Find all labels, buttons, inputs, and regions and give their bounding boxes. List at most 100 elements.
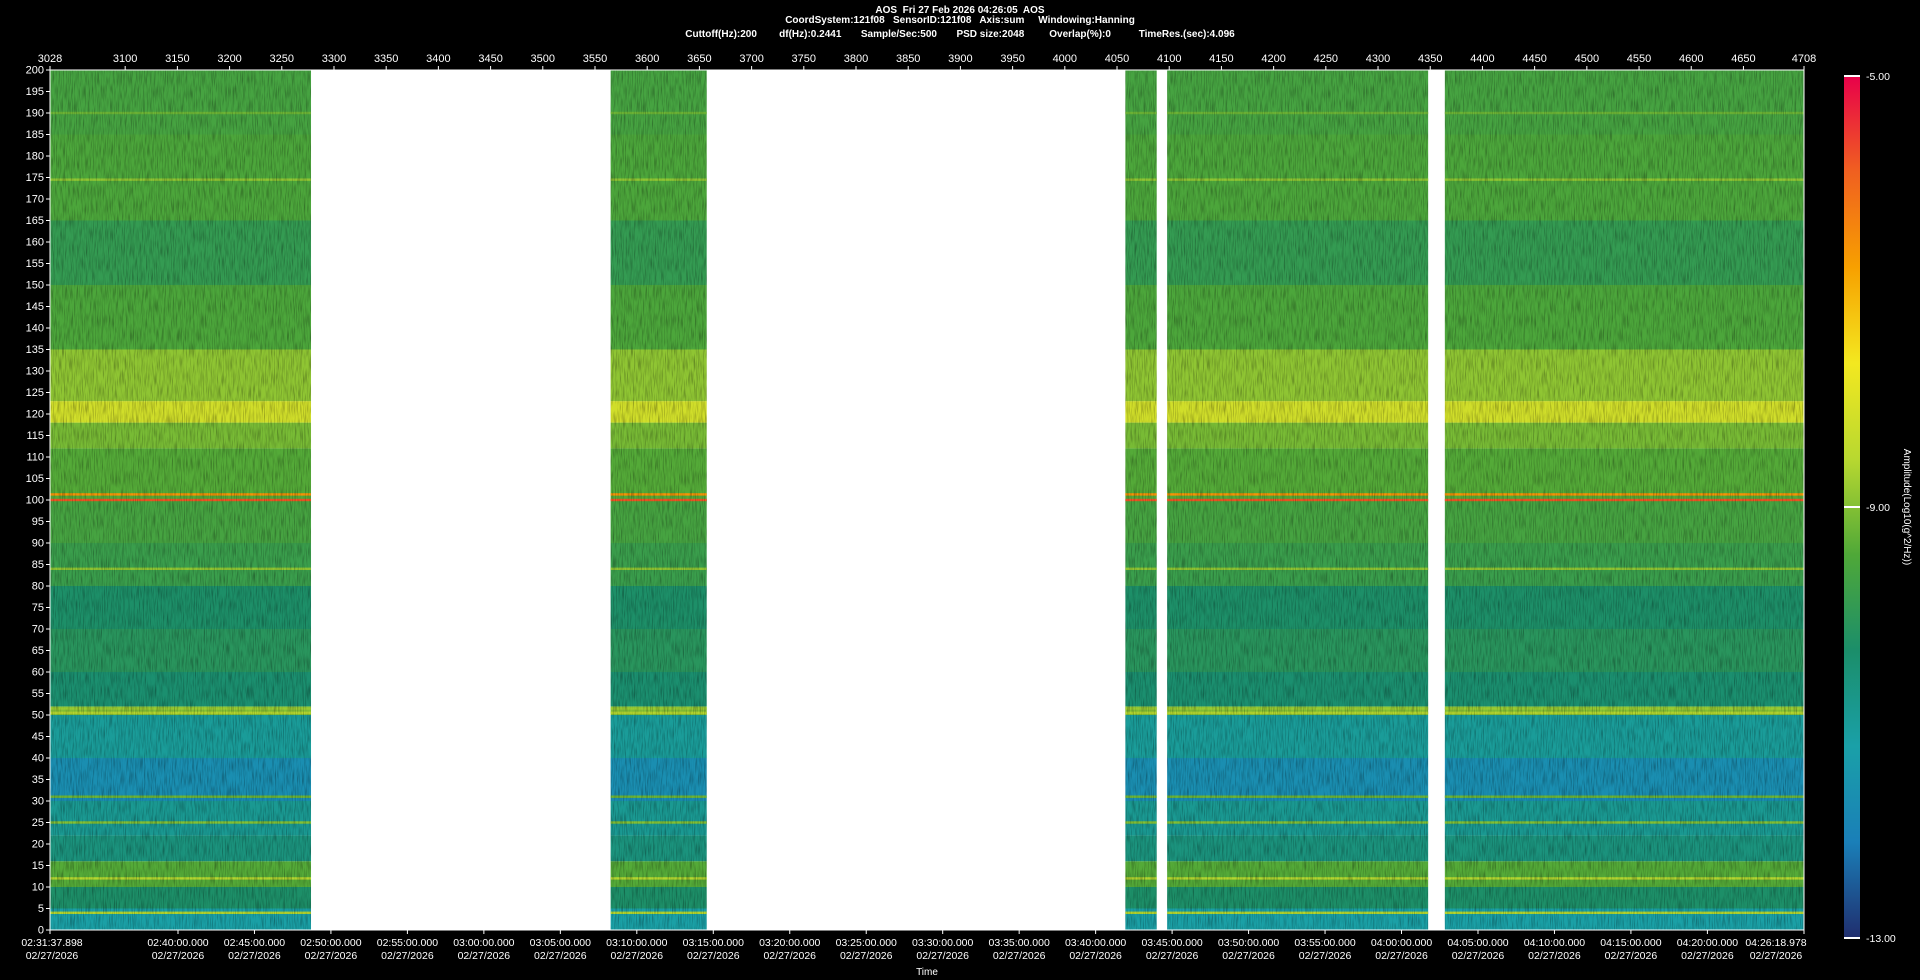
- x-tick-date: 02/27/2026: [1452, 950, 1505, 962]
- y-tick-label: 150: [26, 280, 44, 292]
- x-tick-date: 02/27/2026: [26, 950, 79, 962]
- data-segment: [610, 70, 707, 930]
- y-tick-label: 170: [26, 194, 44, 206]
- y-tick-label: 65: [32, 645, 44, 657]
- top-axis-tick-label: 3028: [38, 53, 62, 65]
- y-tick-label: 200: [26, 65, 44, 77]
- x-tick-date: 02/27/2026: [1222, 950, 1275, 962]
- y-tick-label: 160: [26, 237, 44, 249]
- y-tick-label: 85: [32, 559, 44, 571]
- x-axis-label: Time: [916, 967, 938, 978]
- top-axis-tick-label: 3300: [322, 53, 346, 65]
- y-tick-label: 30: [32, 796, 44, 808]
- x-tick-time: 03:00:00.000: [453, 937, 514, 949]
- x-tick-time: 02:45:00.000: [224, 937, 285, 949]
- data-segment: [1125, 70, 1157, 930]
- y-tick-label: 125: [26, 387, 44, 399]
- top-axis-tick-label: 3350: [374, 53, 398, 65]
- top-axis-tick-label: 4350: [1418, 53, 1442, 65]
- y-tick-label: 15: [32, 860, 44, 872]
- x-tick-time: 04:15:00.000: [1600, 937, 1661, 949]
- top-axis-tick-label: 4200: [1261, 53, 1285, 65]
- x-tick-time: 04:00:00.000: [1371, 937, 1432, 949]
- x-tick-date: 02/27/2026: [1299, 950, 1352, 962]
- x-tick-date: 02/27/2026: [611, 950, 664, 962]
- x-tick-date: 02/27/2026: [228, 950, 281, 962]
- y-tick-label: 50: [32, 710, 44, 722]
- y-tick-label: 25: [32, 817, 44, 829]
- top-axis-tick-label: 4150: [1209, 53, 1233, 65]
- top-axis-tick-label: 3700: [739, 53, 763, 65]
- top-axis-tick-label: 4050: [1105, 53, 1129, 65]
- x-tick-time: 03:30:00.000: [912, 937, 973, 949]
- x-tick-time: 02:31:37.898: [21, 937, 82, 949]
- y-tick-label: 195: [26, 86, 44, 98]
- y-tick-label: 120: [26, 409, 44, 421]
- y-tick-label: 35: [32, 774, 44, 786]
- top-axis-tick-label: 3650: [687, 53, 711, 65]
- top-axis-tick-label: 4100: [1157, 53, 1181, 65]
- y-tick-label: 130: [26, 366, 44, 378]
- y-tick-label: 140: [26, 323, 44, 335]
- top-axis-tick-label: 4000: [1053, 53, 1077, 65]
- x-tick-time: 04:26:18.978: [1745, 937, 1806, 949]
- y-tick-label: 165: [26, 215, 44, 227]
- x-tick-date: 02/27/2026: [152, 950, 205, 962]
- top-axis-tick-label: 3550: [583, 53, 607, 65]
- x-tick-date: 02/27/2026: [458, 950, 511, 962]
- top-axis-tick-label: 3100: [113, 53, 137, 65]
- y-tick-label: 100: [26, 495, 44, 507]
- noise-texture: [1167, 70, 1429, 930]
- colorbar-tick-label: -13.00: [1866, 933, 1896, 945]
- top-axis-tick-label: 3900: [948, 53, 972, 65]
- top-axis-tick-label: 3150: [165, 53, 189, 65]
- y-tick-label: 135: [26, 344, 44, 356]
- top-axis-tick-label: 4500: [1575, 53, 1599, 65]
- x-tick-time: 03:10:00.000: [606, 937, 667, 949]
- y-tick-label: 40: [32, 753, 44, 765]
- x-tick-date: 02/27/2026: [534, 950, 587, 962]
- noise-texture: [610, 70, 707, 930]
- top-axis-tick-label: 3500: [531, 53, 555, 65]
- y-tick-label: 5: [38, 903, 44, 915]
- x-tick-time: 04:05:00.000: [1447, 937, 1508, 949]
- noise-texture: [50, 70, 312, 930]
- y-tick-label: 0: [38, 925, 44, 937]
- top-axis-tick-label: 4650: [1731, 53, 1755, 65]
- noise-texture: [1444, 70, 1804, 930]
- x-tick-date: 02/27/2026: [305, 950, 358, 962]
- x-tick-time: 03:50:00.000: [1218, 937, 1279, 949]
- x-tick-time: 03:15:00.000: [683, 937, 744, 949]
- x-tick-date: 02/27/2026: [1069, 950, 1122, 962]
- top-axis-tick-label: 4600: [1679, 53, 1703, 65]
- x-tick-time: 03:20:00.000: [759, 937, 820, 949]
- x-tick-time: 02:55:00.000: [377, 937, 438, 949]
- y-tick-label: 90: [32, 538, 44, 550]
- noise-texture: [1125, 70, 1157, 930]
- y-tick-label: 20: [32, 839, 44, 851]
- x-tick-time: 02:40:00.000: [147, 937, 208, 949]
- y-tick-label: 105: [26, 473, 44, 485]
- data-segment: [1444, 70, 1804, 930]
- x-tick-date: 02/27/2026: [993, 950, 1046, 962]
- y-tick-label: 180: [26, 151, 44, 163]
- top-axis-tick-label: 3800: [844, 53, 868, 65]
- x-tick-date: 02/27/2026: [1146, 950, 1199, 962]
- x-tick-time: 02:50:00.000: [300, 937, 361, 949]
- x-tick-time: 03:25:00.000: [836, 937, 897, 949]
- top-axis-tick-label: 4550: [1627, 53, 1651, 65]
- x-tick-date: 02/27/2026: [916, 950, 969, 962]
- top-axis-tick-label: 4400: [1470, 53, 1494, 65]
- top-axis-tick-label: 3850: [896, 53, 920, 65]
- top-axis-tick-label: 3450: [478, 53, 502, 65]
- x-tick-time: 04:20:00.000: [1677, 937, 1738, 949]
- y-tick-label: 145: [26, 301, 44, 313]
- spectrogram-plot: [50, 70, 1804, 930]
- top-axis-tick-label: 3200: [217, 53, 241, 65]
- x-tick-time: 03:35:00.000: [989, 937, 1050, 949]
- x-tick-time: 03:05:00.000: [530, 937, 591, 949]
- y-tick-label: 185: [26, 129, 44, 141]
- top-axis-tick-label: 3600: [635, 53, 659, 65]
- top-axis-tick-label: 4300: [1366, 53, 1390, 65]
- x-tick-date: 02/27/2026: [381, 950, 434, 962]
